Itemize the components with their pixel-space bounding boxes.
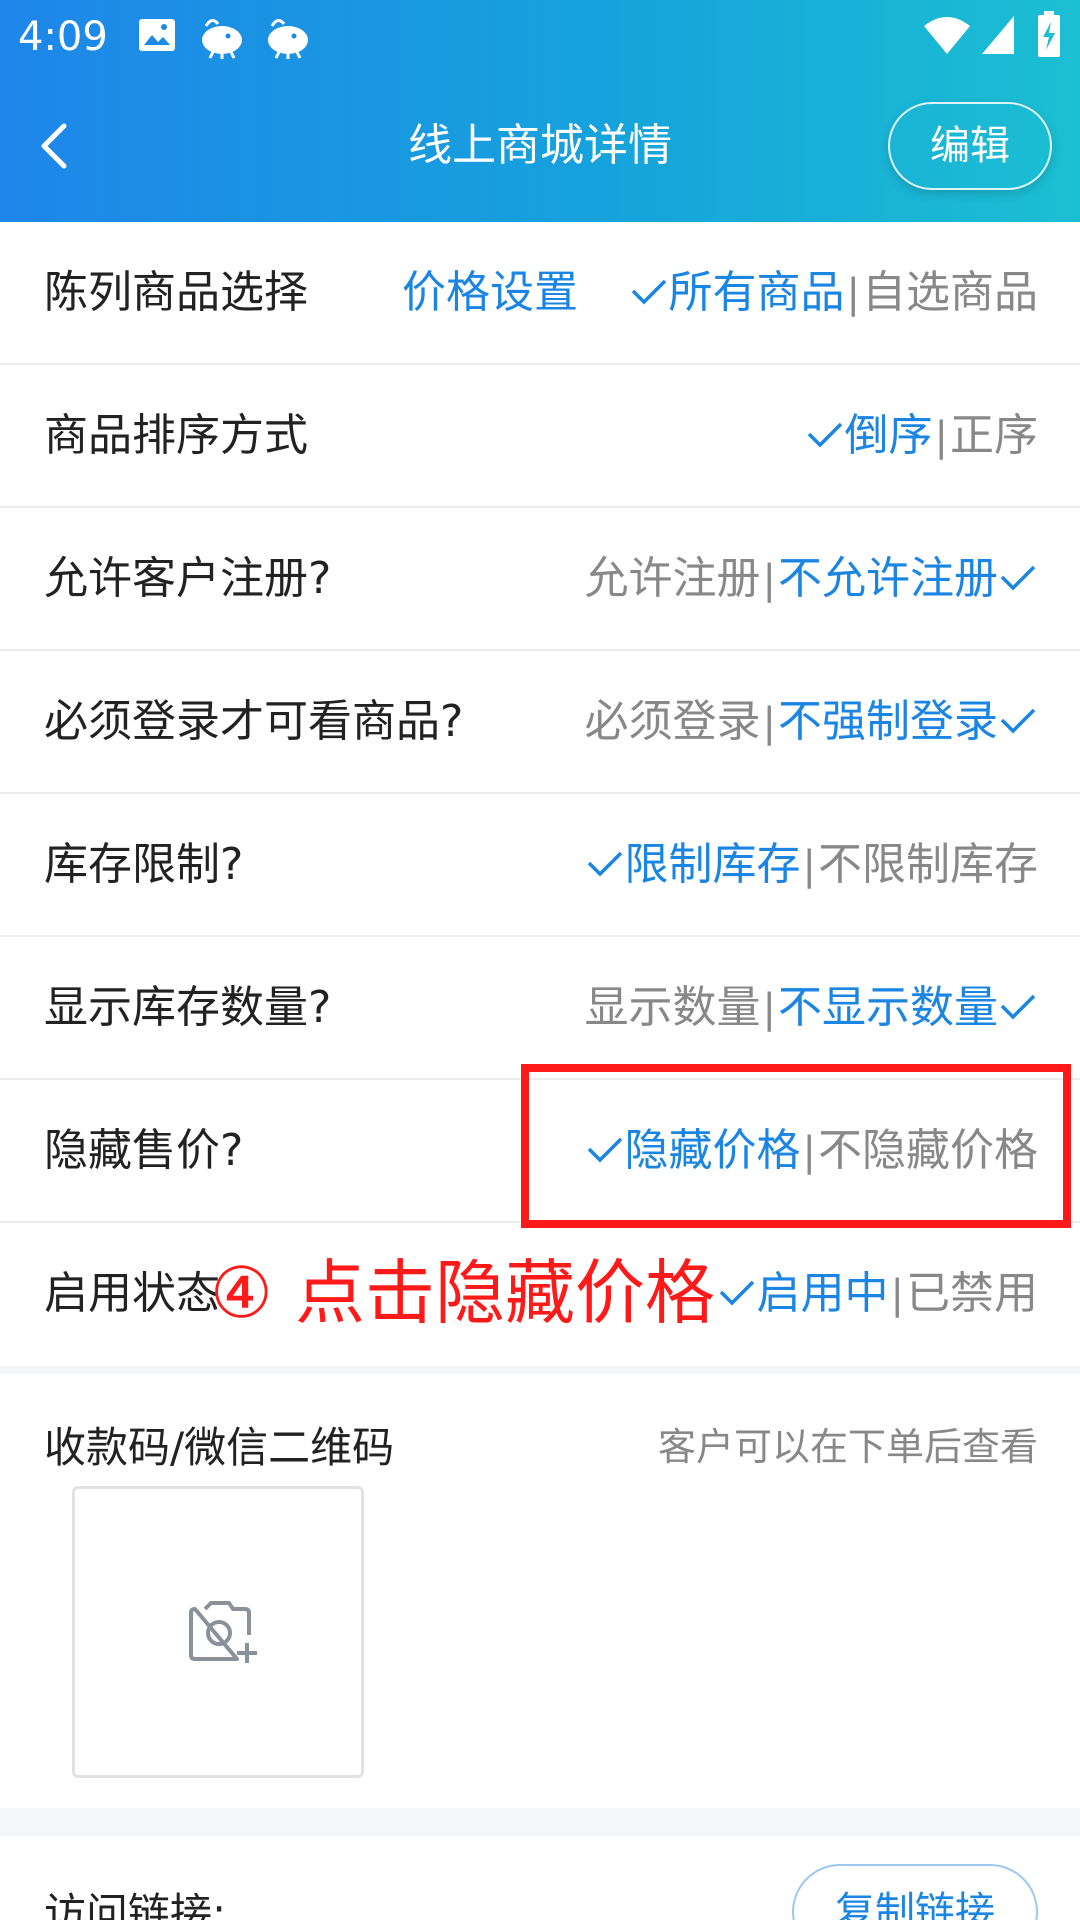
- option-enabled[interactable]: 启用中: [757, 1268, 889, 1319]
- signal-icon: [982, 16, 1014, 54]
- add-photo-icon: [189, 1601, 257, 1663]
- option-separator: |: [934, 414, 948, 460]
- check-icon: [1000, 994, 1036, 1020]
- status-bar: 4:09: [0, 0, 1080, 74]
- row-label: 显示库存数量?: [44, 982, 332, 1033]
- status-time: 4:09: [18, 14, 108, 60]
- option-limit-stock[interactable]: 限制库存: [625, 839, 801, 890]
- row-stock-show: 显示库存数量? 显示数量|不显示数量: [0, 937, 1080, 1080]
- option-separator: |: [762, 986, 776, 1032]
- row-login: 必须登录才可看商品? 必须登录|不强制登录: [0, 651, 1080, 794]
- row-label: 库存限制?: [44, 839, 244, 890]
- row-options: 必须登录|不强制登录: [585, 651, 1038, 794]
- row-stock-limit: 库存限制? 限制库存|不限制库存: [0, 794, 1080, 937]
- qr-upload-box[interactable]: [72, 1486, 364, 1778]
- row-sort: 商品排序方式 倒序|正序: [0, 365, 1080, 508]
- row-label: 必须登录才可看商品?: [44, 696, 464, 747]
- option-descending[interactable]: 倒序: [845, 410, 933, 461]
- nav-bar: 线上商城详情 编辑: [0, 84, 1080, 208]
- row-label: 启用状态: [44, 1268, 220, 1319]
- option-must-login[interactable]: 必须登录: [585, 696, 761, 747]
- check-icon: [1000, 565, 1036, 591]
- row-options: 启用中|已禁用: [717, 1223, 1038, 1366]
- link-section: 访问链接: 复制链接: [0, 1836, 1080, 1920]
- copy-link-button[interactable]: 复制链接: [792, 1864, 1038, 1920]
- tutorial-highlight-box: [521, 1064, 1071, 1228]
- check-icon: [631, 279, 666, 305]
- option-no-limit-stock[interactable]: 不限制库存: [818, 839, 1038, 890]
- row-options: 限制库存|不限制库存: [585, 794, 1038, 937]
- link-label: 访问链接:: [44, 1889, 227, 1920]
- option-separator: |: [846, 271, 860, 317]
- option-disabled[interactable]: 已禁用: [906, 1268, 1038, 1319]
- option-ascending[interactable]: 正序: [950, 410, 1038, 461]
- option-show-quantity[interactable]: 显示数量: [585, 982, 761, 1033]
- wifi-icon: [924, 17, 970, 54]
- row-options: 允许注册|不允许注册: [585, 508, 1038, 651]
- qr-hint: 客户可以在下单后查看: [657, 1425, 1038, 1469]
- tutorial-annotation: ④ 点击隐藏价格: [210, 1252, 716, 1334]
- whale-app-icon: [202, 19, 242, 59]
- price-setting-link[interactable]: 价格设置: [402, 222, 578, 363]
- option-hide-quantity[interactable]: 不显示数量: [778, 982, 998, 1033]
- option-separator: |: [890, 1272, 904, 1318]
- option-allow-register[interactable]: 允许注册: [585, 553, 761, 604]
- option-disallow-register[interactable]: 不允许注册: [778, 553, 998, 604]
- option-all-goods[interactable]: 所有商品: [669, 267, 845, 318]
- whale-app-icon-2: [268, 19, 308, 59]
- row-label: 商品排序方式: [44, 410, 308, 461]
- option-no-force-login[interactable]: 不强制登录: [778, 696, 998, 747]
- option-separator: |: [802, 843, 816, 889]
- edit-button[interactable]: 编辑: [888, 102, 1052, 190]
- row-label: 允许客户注册?: [44, 553, 332, 604]
- row-display-select: 陈列商品选择 价格设置 所有商品|自选商品: [0, 222, 1080, 365]
- check-icon: [719, 1280, 754, 1306]
- row-options: 显示数量|不显示数量: [585, 937, 1038, 1080]
- option-separator: |: [762, 557, 776, 603]
- row-label: 隐藏售价?: [44, 1125, 244, 1176]
- check-icon: [587, 851, 622, 877]
- qr-label: 收款码/微信二维码: [44, 1423, 395, 1472]
- option-separator: |: [762, 700, 776, 746]
- row-options: 倒序|正序: [805, 365, 1038, 508]
- app-header: 4:09 线上商城详情 编辑: [0, 0, 1080, 222]
- row-label: 陈列商品选择: [44, 267, 308, 318]
- option-selected-goods[interactable]: 自选商品: [862, 267, 1038, 318]
- gallery-icon: [139, 19, 175, 51]
- check-icon: [1000, 708, 1036, 734]
- qr-section: 收款码/微信二维码 客户可以在下单后查看: [0, 1374, 1080, 1808]
- row-options: 所有商品|自选商品: [629, 222, 1038, 365]
- check-icon: [807, 422, 842, 448]
- row-register: 允许客户注册? 允许注册|不允许注册: [0, 508, 1080, 651]
- battery-icon: [1038, 11, 1060, 57]
